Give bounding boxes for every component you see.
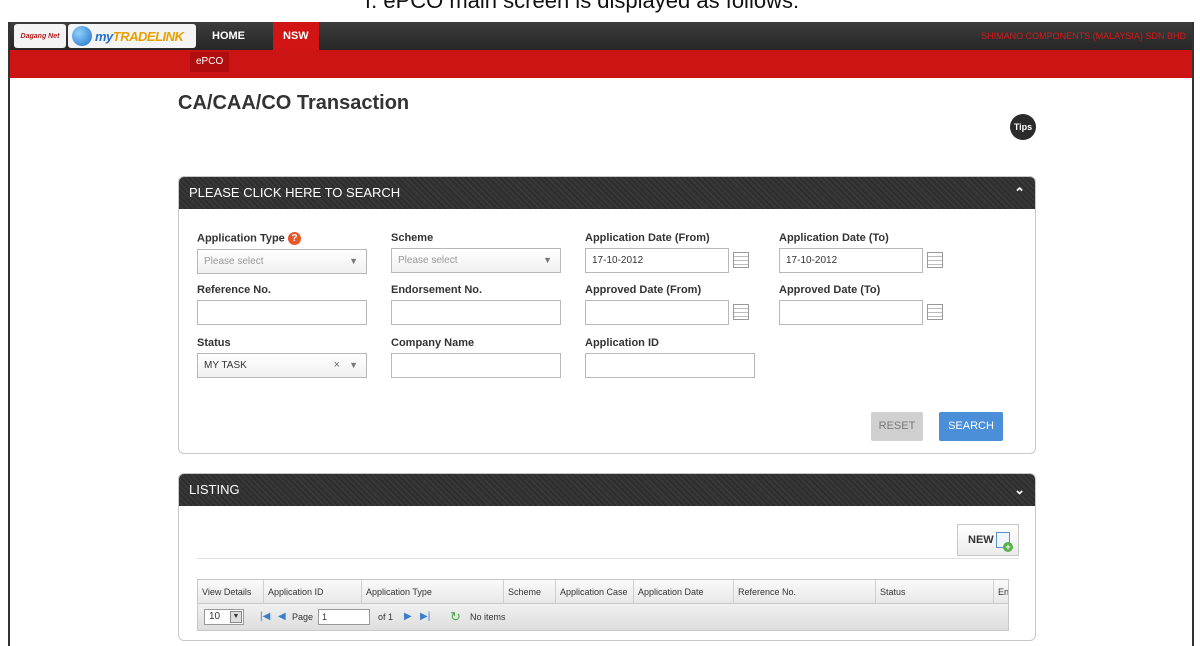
application-type-select[interactable]: Please select ▼ [197,249,367,274]
field-company-name: Company Name [391,337,561,378]
col-application-type[interactable]: Application Type [362,580,504,604]
page-label: Page [292,612,314,622]
app-date-from-label: Application Date (From) [585,232,710,244]
new-button-label: NEW [968,534,994,546]
chevron-down-icon: ▼ [543,255,552,265]
dagang-net-logo-text: Dagang Net [20,32,60,40]
sub-nav-bar: ePCO [10,50,1192,78]
mytradelink-logo-text: myTRADELINK [95,28,184,44]
listing-panel: LISTING ⌄ NEW View Details Application I… [178,473,1036,641]
no-items-text: No items [470,612,506,622]
endorsement-no-label: Endorsement No. [391,284,483,296]
company-name-input[interactable] [391,353,561,378]
search-panel-header[interactable]: PLEASE CLICK HERE TO SEARCH ⌃ [179,177,1035,209]
status-select[interactable]: MY TASK × ▼ [197,353,367,378]
page-title: CA/CAA/CO Transaction [178,92,410,114]
expand-down-icon[interactable]: ⌄ [1014,474,1025,506]
prev-page-icon[interactable]: ◀ [278,604,286,630]
page-number-input[interactable]: 1 [318,609,370,625]
col-scheme[interactable]: Scheme [504,580,556,604]
chevron-down-icon: ▼ [349,360,358,370]
user-company-name[interactable]: SHIMANO COMPONENTS (MALAYSIA) SDN BHD [981,22,1186,50]
application-id-input[interactable] [585,353,755,378]
field-approved-to: Approved Date (To) [779,284,943,325]
field-approved-from: Approved Date (From) [585,284,749,325]
grid-header-row: View Details Application ID Application … [198,580,1008,604]
reset-button[interactable]: RESET [871,412,923,441]
field-application-type: Application Type ? Please select ▼ [197,232,367,274]
listing-panel-title: LISTING [189,482,240,497]
help-icon[interactable]: ? [287,232,301,245]
last-page-icon[interactable]: ▶| [420,604,430,630]
nav-nsw[interactable]: NSW [273,22,319,50]
collapse-up-icon[interactable]: ⌃ [1014,177,1025,209]
mytradelink-logo[interactable]: myTRADELINK [68,24,196,48]
field-scheme: Scheme Please select ▼ [391,232,561,273]
calendar-icon[interactable] [927,252,943,268]
col-en[interactable]: En [994,580,1008,604]
company-name-label: Company Name [391,337,475,349]
listing-panel-header[interactable]: LISTING ⌄ [179,474,1035,506]
app-date-from-input[interactable]: 17-10-2012 [585,248,729,273]
scheme-select[interactable]: Please select ▼ [391,248,561,273]
approved-to-input[interactable] [779,300,923,325]
scheme-label: Scheme [391,232,434,244]
approved-from-input[interactable] [585,300,729,325]
endorsement-no-input[interactable] [391,300,561,325]
document-caption: f. ePCO main screen is displayed as foll… [365,0,800,13]
search-button[interactable]: SEARCH [939,412,1003,441]
app-date-to-input[interactable]: 17-10-2012 [779,248,923,273]
refresh-icon[interactable]: ↻ [450,604,461,630]
field-application-id: Application ID [585,337,755,378]
col-application-case[interactable]: Application Case [556,580,634,604]
grid-pager: 10 ▼ |◀ ◀ Page 1 of 1 ▶ ▶| ↻ No items [198,604,1008,630]
first-page-icon[interactable]: |◀ [260,604,270,630]
field-endorsement-no: Endorsement No. [391,284,561,325]
app-date-to-label: Application Date (To) [779,232,889,244]
dagang-net-logo[interactable]: Dagang Net [14,24,66,48]
approved-from-label: Approved Date (From) [585,284,702,296]
top-bar: Dagang Net myTRADELINK HOME NSW SHIMANO … [10,22,1192,50]
globe-icon [72,26,92,46]
search-panel: PLEASE CLICK HERE TO SEARCH ⌃ Applicatio… [178,176,1036,454]
search-panel-title: PLEASE CLICK HERE TO SEARCH [189,185,401,200]
field-reference-no: Reference No. [197,284,367,325]
listing-grid: View Details Application ID Application … [197,579,1009,631]
calendar-icon[interactable] [733,252,749,268]
application-type-label: Application Type ? [197,232,367,245]
field-app-date-from: Application Date (From) 17-10-2012 [585,232,749,273]
col-status[interactable]: Status [876,580,994,604]
approved-to-label: Approved Date (To) [779,284,881,296]
col-application-id[interactable]: Application ID [264,580,362,604]
divider [197,558,1019,559]
page-count: of 1 [378,612,394,622]
reference-no-input[interactable] [197,300,367,325]
new-document-icon [996,532,1013,552]
page-size-select[interactable]: 10 ▼ [204,609,244,625]
tips-button[interactable]: Tips [1010,114,1036,140]
clear-icon[interactable]: × [334,354,340,377]
col-view-details[interactable]: View Details [198,580,264,604]
app-window: Dagang Net myTRADELINK HOME NSW SHIMANO … [8,22,1194,646]
chevron-down-icon: ▼ [349,256,358,266]
next-page-icon[interactable]: ▶ [404,604,412,630]
calendar-icon[interactable] [733,304,749,320]
field-app-date-to: Application Date (To) 17-10-2012 [779,232,943,273]
calendar-icon[interactable] [927,304,943,320]
col-application-date[interactable]: Application Date [634,580,734,604]
status-label: Status [197,337,231,349]
nav-home[interactable]: HOME [198,22,259,50]
reference-no-label: Reference No. [197,284,271,296]
application-id-label: Application ID [585,337,659,349]
field-status: Status MY TASK × ▼ [197,337,367,378]
chevron-down-icon: ▼ [230,611,242,623]
col-reference-no[interactable]: Reference No. [734,580,876,604]
new-button[interactable]: NEW [957,524,1019,556]
subnav-epco[interactable]: ePCO [190,52,230,72]
